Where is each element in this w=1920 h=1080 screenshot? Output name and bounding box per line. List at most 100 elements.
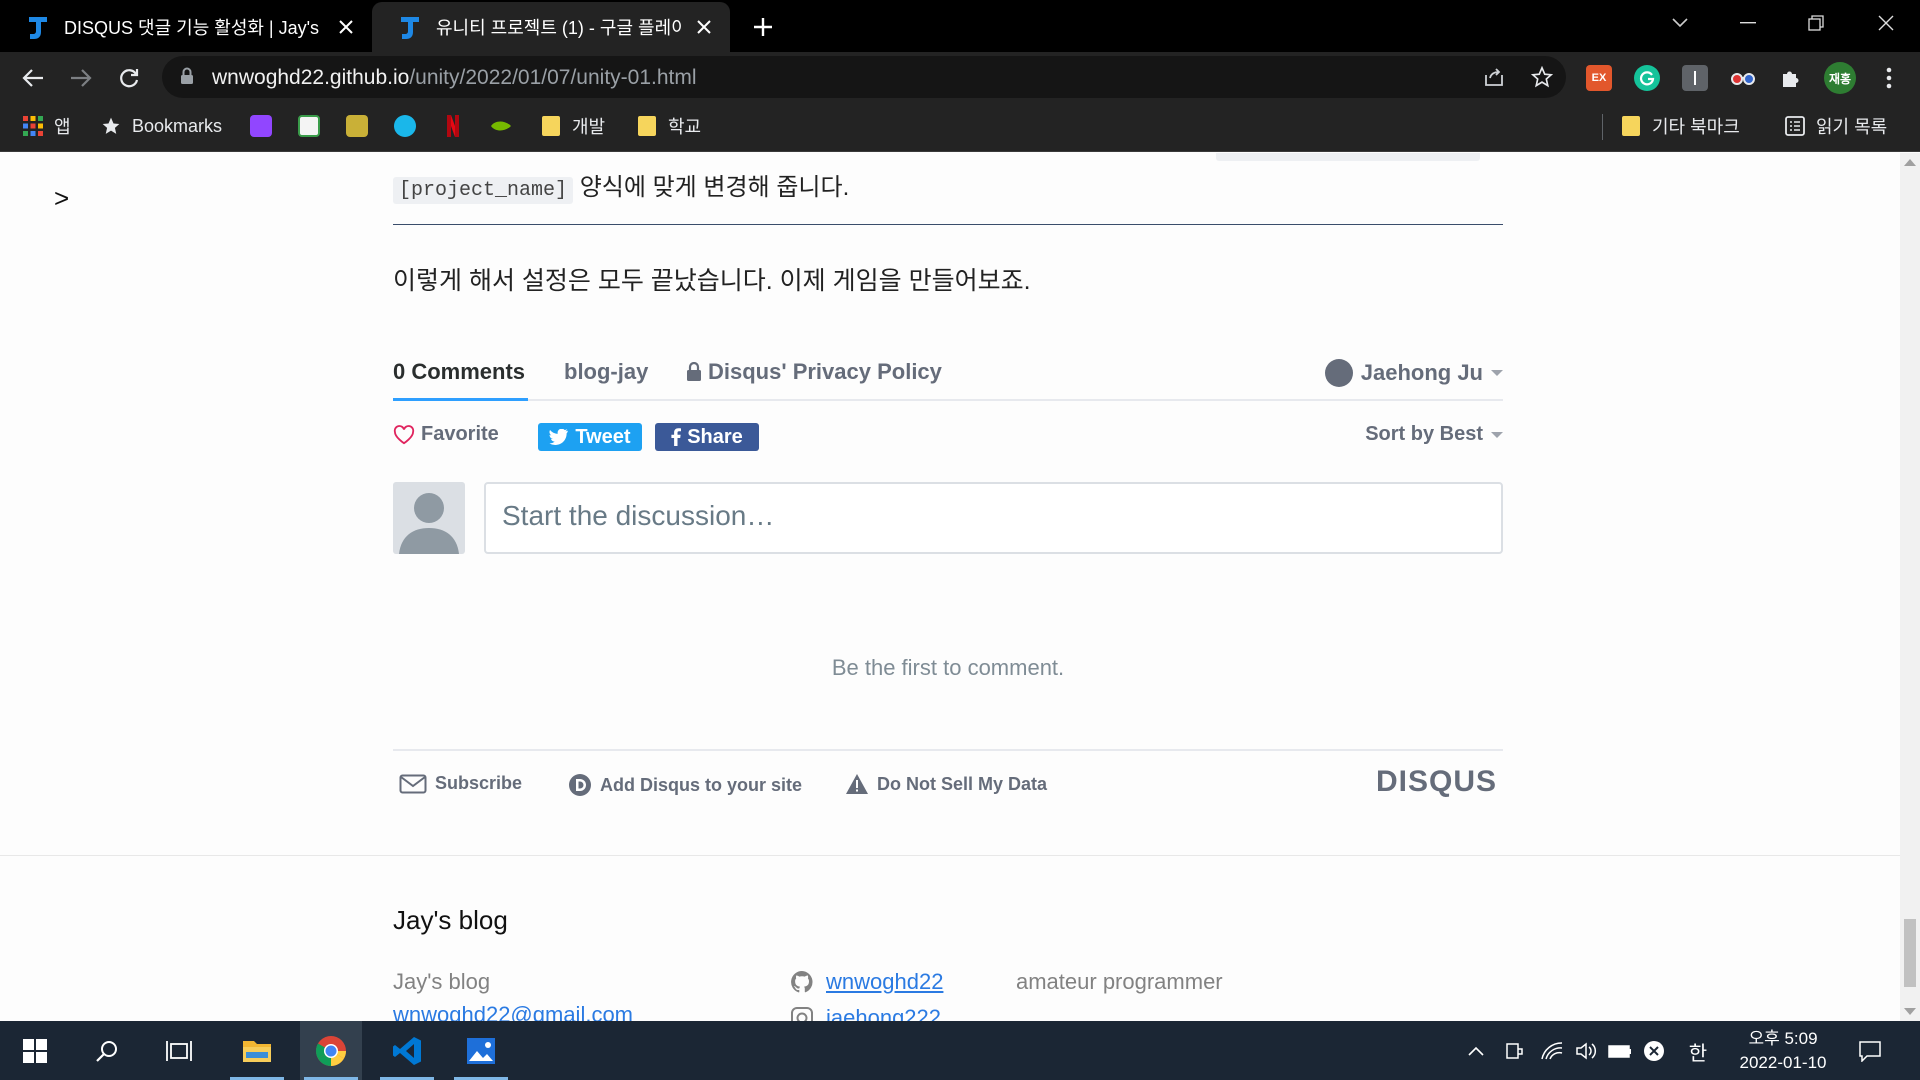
reload-button[interactable] <box>114 63 144 93</box>
notifications-icon[interactable] <box>1858 1039 1882 1063</box>
glasses-extension-icon[interactable] <box>1730 65 1756 91</box>
bookmarks-bar: 앱 Bookmarks 개발 학교 기타 북마크 읽기 목록 <box>0 102 1920 152</box>
minimize-button[interactable] <box>1728 8 1768 38</box>
bookmark-folder-school[interactable]: 학교 <box>636 112 701 140</box>
chrome-menu-icon[interactable] <box>1876 65 1902 91</box>
taskbar-photos[interactable] <box>450 1021 512 1080</box>
side-nav-arrow[interactable]: > <box>54 183 69 214</box>
bookmark-twitch[interactable] <box>250 112 282 140</box>
extensions-puzzle-icon[interactable] <box>1778 65 1804 91</box>
chevron-down-icon <box>1491 431 1503 438</box>
nvidia-icon <box>490 115 512 137</box>
bookmark-site-3[interactable] <box>346 112 378 140</box>
restore-button[interactable] <box>1796 8 1836 38</box>
reading-list-button[interactable]: 읽기 목록 <box>1784 112 1887 140</box>
close-tab-icon[interactable] <box>692 15 716 39</box>
envelope-icon <box>399 774 427 793</box>
file-explorer-icon <box>243 1040 271 1062</box>
article-text: 양식에 맞게 변경해 줍니다. <box>573 174 850 201</box>
scroll-up-arrow-icon[interactable] <box>1904 159 1916 166</box>
bookmark-netflix[interactable] <box>442 112 474 140</box>
grammarly-extension-icon[interactable] <box>1634 65 1660 91</box>
tab-strip: DISQUS 댓글 기능 활성화 | Jay's blog 유니티 프로젝트 (… <box>0 0 1920 52</box>
add-disqus-link[interactable]: Add Disqus to your site <box>568 773 802 797</box>
taskbar-chrome[interactable] <box>300 1021 362 1080</box>
lock-icon[interactable] <box>180 67 194 90</box>
disqus-logo[interactable]: DISQUS <box>1376 765 1497 799</box>
bookmark-bookmarks[interactable]: Bookmarks <box>100 112 222 140</box>
taskbar-vscode[interactable] <box>376 1021 438 1080</box>
tab-disqus[interactable]: DISQUS 댓글 기능 활성화 | Jay's blog <box>0 2 372 52</box>
task-view-button[interactable] <box>148 1021 210 1080</box>
tab-title: 유니티 프로젝트 (1) - 구글 플레이 <box>436 18 682 38</box>
code-project-name: [project_name] <box>393 177 574 204</box>
tab-community[interactable]: blog-jay <box>564 359 648 385</box>
bookmark-nvidia[interactable] <box>490 112 522 140</box>
footer-instagram-link[interactable]: jaehong222 <box>790 1005 941 1021</box>
profile-avatar[interactable]: 재홍 <box>1824 62 1856 94</box>
show-hidden-icons-chevron-icon[interactable] <box>1464 1039 1488 1063</box>
tweet-button[interactable]: Tweet <box>538 423 642 451</box>
device-tray-icon[interactable] <box>1502 1039 1526 1063</box>
wifi-icon[interactable] <box>1540 1039 1564 1063</box>
address-bar[interactable]: wnwoghd22.github.io/unity/2022/01/07/uni… <box>162 56 1566 98</box>
footer-github-link[interactable]: wnwoghd22 <box>790 969 943 995</box>
bookmark-label: Bookmarks <box>132 115 223 136</box>
close-tab-icon[interactable] <box>334 15 358 39</box>
start-button[interactable] <box>4 1021 66 1080</box>
apps-grid-icon <box>22 115 44 137</box>
code-snippet-fragment <box>1216 153 1480 161</box>
footer-email-link[interactable]: wnwoghd22@gmail.com <box>393 1002 633 1021</box>
taskbar-file-explorer[interactable] <box>226 1021 288 1080</box>
share-page-icon[interactable] <box>1482 65 1506 89</box>
chevron-down-icon <box>1491 370 1503 376</box>
new-tab-button[interactable] <box>748 12 778 42</box>
comment-compose: Start the discussion… <box>393 482 1503 554</box>
search-button[interactable] <box>76 1021 138 1080</box>
sort-dropdown[interactable]: Sort by Best <box>1365 423 1503 446</box>
user-menu[interactable]: Jaehong Ju <box>1324 359 1503 387</box>
footer-blog-title: Jay's blog <box>393 905 508 935</box>
subscribe-link[interactable]: Subscribe <box>399 773 522 794</box>
scroll-down-arrow-icon[interactable] <box>1904 1008 1916 1015</box>
folder-icon <box>540 115 562 137</box>
bookmark-apps[interactable]: 앱 <box>22 112 71 140</box>
page-content: > [project_name] 양식에 맞게 변경해 줍니다. 이렇게 해서 … <box>0 153 1920 1021</box>
bookmark-site-4[interactable] <box>394 112 426 140</box>
bookmark-folder-dev[interactable]: 개발 <box>540 112 605 140</box>
facebook-share-button[interactable]: Share <box>655 423 759 451</box>
footer-blog-name: Jay's blog <box>393 969 491 994</box>
status-x-icon[interactable] <box>1642 1039 1666 1063</box>
url-text[interactable]: wnwoghd22.github.io/unity/2022/01/07/uni… <box>212 66 697 90</box>
article-paragraph: 이렇게 해서 설정은 모두 끝났습니다. 이제 게임을 만들어보죠. <box>393 267 1031 295</box>
bookmark-other[interactable]: 기타 북마크 <box>1620 112 1740 140</box>
comment-input[interactable]: Start the discussion… <box>484 482 1503 554</box>
favorite-button[interactable]: Favorite <box>393 423 499 446</box>
page-scrollbar[interactable] <box>1900 153 1920 1021</box>
ex-extension-icon[interactable]: EX <box>1586 65 1612 91</box>
star-icon <box>100 115 122 137</box>
folder-icon <box>636 115 658 137</box>
bookmark-label: 기타 북마크 <box>1652 117 1740 137</box>
ime-indicator[interactable]: 한 <box>1686 1039 1710 1065</box>
forward-button[interactable] <box>66 63 96 93</box>
photos-icon <box>467 1037 495 1064</box>
back-button[interactable] <box>18 63 48 93</box>
scrollbar-thumb[interactable] <box>1904 919 1916 987</box>
close-window-button[interactable] <box>1866 8 1906 38</box>
bookmark-favicon-icon <box>346 115 368 137</box>
twitch-icon <box>250 115 272 137</box>
warning-icon <box>846 774 868 794</box>
volume-icon[interactable] <box>1574 1039 1598 1063</box>
privacy-policy-link[interactable]: Disqus' Privacy Policy <box>686 359 942 385</box>
tab-comments[interactable]: 0 Comments <box>393 359 525 385</box>
tab-unity-project[interactable]: 유니티 프로젝트 (1) - 구글 플레이 <box>372 2 730 52</box>
battery-icon[interactable] <box>1608 1039 1632 1063</box>
i-extension-icon[interactable] <box>1682 65 1708 91</box>
tab-search-chevron-icon[interactable] <box>1660 8 1700 38</box>
bookmark-star-icon[interactable] <box>1530 65 1554 89</box>
do-not-sell-link[interactable]: Do Not Sell My Data <box>845 773 1047 795</box>
bookmark-label: 개발 <box>572 117 606 137</box>
bookmark-site-2[interactable] <box>298 112 330 140</box>
taskbar-clock[interactable]: 오후 5:09 2022-01-10 <box>1728 1027 1838 1075</box>
